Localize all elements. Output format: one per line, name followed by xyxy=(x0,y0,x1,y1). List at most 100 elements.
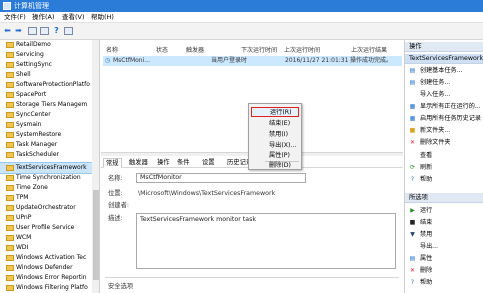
action-help[interactable]: ? 帮助 xyxy=(405,175,483,185)
clock-icon: ◷ xyxy=(105,57,111,64)
tree-item[interactable]: Time Zone xyxy=(0,183,92,193)
action-new-folder[interactable]: ■ 新文件夹... xyxy=(405,126,483,136)
column-header-status[interactable]: 状态 xyxy=(156,45,168,54)
tree-item[interactable]: Windows Filtering Platfo xyxy=(0,283,92,293)
context-properties[interactable]: 属性(P) xyxy=(251,151,299,161)
folder-icon xyxy=(6,225,14,231)
menu-action[interactable]: 操作(A) xyxy=(32,14,55,21)
actions-pane: 操作 TextServicesFramework ▤ 创建基本任务... ▤ 创建任… xyxy=(404,40,483,293)
action-run[interactable]: ▶ 运行 xyxy=(405,206,483,216)
menu-view[interactable]: 查看(V) xyxy=(62,14,85,21)
task-pane: 名称 状态 触发器 下次运行时间 上次运行时间 上次运行结果 ◷ MsCtfMo… xyxy=(101,40,403,293)
history-icon: ▦ xyxy=(409,115,416,122)
task-name: MsCtfMoni... xyxy=(113,57,150,64)
folder-icon xyxy=(6,235,14,241)
tree-item[interactable]: Windows Error Reportin xyxy=(0,273,92,283)
properties-icon: ▤ xyxy=(409,255,416,262)
tree-item[interactable]: Windows Activation Tec xyxy=(0,253,92,263)
action-import-task[interactable]: 导入任务... xyxy=(405,90,483,100)
action-delete-folder[interactable]: ✕ 删除文件夹 xyxy=(405,138,483,148)
action-refresh[interactable]: ⟳ 刷新 xyxy=(405,163,483,173)
tree-item[interactable]: Sysmain xyxy=(0,120,92,130)
description-field[interactable]: TextServicesFramework monitor task xyxy=(136,213,396,269)
list-icon: ▦ xyxy=(409,103,416,110)
column-header-name[interactable]: 名称 xyxy=(106,45,118,54)
menu-help[interactable]: 帮助(H) xyxy=(91,14,114,21)
folder-icon xyxy=(6,92,14,98)
action-show-running[interactable]: ▦ 显示所有正在运行的... xyxy=(405,102,483,112)
folder-icon xyxy=(6,165,14,171)
action-properties[interactable]: ▤ 属性 xyxy=(405,254,483,264)
action-view[interactable]: 查看 xyxy=(405,151,483,161)
task-last-run: 2016/11/27 21:01:31 xyxy=(285,57,349,64)
back-icon[interactable]: ⬅ xyxy=(3,26,12,36)
tree-item-selected[interactable]: TextServicesFramework xyxy=(0,162,93,174)
action-help-selected[interactable]: ? 帮助 xyxy=(405,278,483,288)
location-label: 位置: xyxy=(108,190,123,197)
tree-item[interactable]: SpacePort xyxy=(0,90,92,100)
action-create-task[interactable]: ▤ 创建任务... xyxy=(405,78,483,88)
actions-folder-header[interactable]: TextServicesFramework xyxy=(405,54,483,64)
column-header-trigger[interactable]: 触发器 xyxy=(186,45,204,54)
tab-actions[interactable]: 操作 xyxy=(155,158,172,168)
context-end[interactable]: 结束(E) xyxy=(251,119,299,129)
tree-item[interactable]: UPnP xyxy=(0,213,92,223)
context-export[interactable]: 导出(X)... xyxy=(251,141,299,151)
export-icon xyxy=(409,244,416,250)
tree-item[interactable]: Shell xyxy=(0,70,92,80)
folder-icon xyxy=(6,62,14,68)
tree-item[interactable]: SoftwareProtectionPlatfo xyxy=(0,80,92,90)
tree-item[interactable]: SettingSync xyxy=(0,60,92,70)
tree-item[interactable]: UpdateOrchestrator xyxy=(0,203,92,213)
tree-item[interactable]: RetailDemo xyxy=(0,40,92,50)
action-end[interactable]: ■ 结束 xyxy=(405,218,483,228)
action-export[interactable]: 导出... xyxy=(405,242,483,252)
task-row[interactable]: ◷ MsCtfMoni... 当用户登录时 2016/11/27 21:01:3… xyxy=(103,56,402,66)
action-enable-history[interactable]: ▦ 启用所有任务历史记录 xyxy=(405,114,483,124)
title-bar: 计算机管理 xyxy=(0,0,483,12)
context-disable[interactable]: 禁用(I) xyxy=(251,130,299,140)
column-header-next-run[interactable]: 下次运行时间 xyxy=(241,45,277,54)
tab-conditions[interactable]: 条件 xyxy=(175,158,192,168)
action-delete[interactable]: ✕ 删除 xyxy=(405,266,483,276)
show-hide-tree-icon[interactable] xyxy=(28,27,37,35)
tree-item[interactable]: Servicing xyxy=(0,50,92,60)
context-delete[interactable]: 删除(D) xyxy=(251,161,299,171)
run-icon: ▶ xyxy=(410,207,415,214)
name-field[interactable]: MsCtfMonitor xyxy=(136,173,306,183)
disable-icon: ▼ xyxy=(410,231,415,238)
column-header-last-result[interactable]: 上次运行结果 xyxy=(351,45,387,54)
forward-icon[interactable]: ➡ xyxy=(14,26,23,36)
tree-item[interactable]: SyncCenter xyxy=(0,110,92,120)
tab-triggers[interactable]: 触发器 xyxy=(127,158,150,168)
menu-file[interactable]: 文件(F) xyxy=(4,14,26,21)
folder-icon xyxy=(6,132,14,138)
tab-general[interactable]: 常规 xyxy=(103,158,122,168)
tree-item[interactable]: TPM xyxy=(0,193,92,203)
action-create-basic-task[interactable]: ▤ 创建基本任务... xyxy=(405,66,483,76)
tree-item[interactable]: Windows Defender xyxy=(0,263,92,273)
tree-item[interactable]: WDI xyxy=(0,243,92,253)
tree-item[interactable]: Task Manager xyxy=(0,140,92,150)
tree-item[interactable]: WCM xyxy=(0,233,92,243)
action-disable[interactable]: ▼ 禁用 xyxy=(405,230,483,240)
detail-general-panel: 名称: MsCtfMonitor 位置: \Microsoft\Windows\… xyxy=(101,168,403,293)
selected-item-title: 所选项 xyxy=(405,193,483,203)
name-label: 名称: xyxy=(108,175,123,182)
tree-item[interactable]: Storage Tiers Managem xyxy=(0,100,92,110)
tab-settings[interactable]: 设置 xyxy=(200,158,217,168)
column-header-last-run[interactable]: 上次运行时间 xyxy=(284,45,320,54)
tree-item[interactable]: SystemRestore xyxy=(0,130,92,140)
context-run[interactable]: 运行(R) xyxy=(251,107,299,117)
tree-item[interactable]: Time Synchronization xyxy=(0,173,92,183)
tree-item[interactable]: User Profile Service xyxy=(0,223,92,233)
stop-icon: ■ xyxy=(409,219,416,226)
tree-item[interactable]: TaskScheduler xyxy=(0,150,92,160)
folder-icon xyxy=(6,265,14,271)
task-icon: ▤ xyxy=(409,67,416,74)
help-icon[interactable]: ? xyxy=(52,26,61,36)
folder-icon xyxy=(6,255,14,261)
show-action-pane-icon[interactable] xyxy=(64,27,73,35)
properties-pane-icon[interactable] xyxy=(40,27,49,35)
tree-scrollbar-thumb[interactable] xyxy=(93,190,99,280)
